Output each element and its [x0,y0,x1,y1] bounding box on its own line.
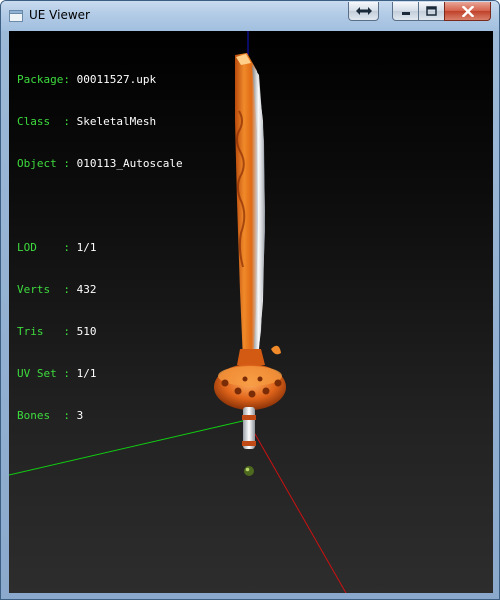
info-row-bones: Bones : 3 [17,409,183,423]
guard-stud [262,387,270,395]
pommel-highlight [245,467,250,472]
pommel [244,466,254,476]
blade-collar [237,349,265,365]
info-row-lod: LOD : 1/1 [17,241,183,255]
info-row-class: Class : SkeletalMesh [17,115,183,129]
info-row-package: Package: 00011527.upk [17,73,183,87]
bones-label: Bones : [17,409,70,422]
mesh-info-overlay: Package: 00011527.upk Class : SkeletalMe… [17,45,183,451]
x-axis-line [246,419,347,593]
double-arrow-button[interactable] [348,2,379,21]
minimize-icon [401,12,410,15]
lod-value: 1/1 [76,241,97,254]
class-value: SkeletalMesh [76,115,157,128]
minimize-button[interactable] [392,2,419,21]
lod-label: LOD : [17,241,70,254]
package-label: Package: [17,73,70,86]
guard-stud [234,387,242,395]
tris-value: 510 [76,325,97,338]
guard-stud [248,390,256,398]
uvset-value: 1/1 [76,367,97,380]
object-value: 010113_Autoscale [76,157,183,170]
guard-stud [242,376,248,382]
3d-viewport[interactable]: Package: 00011527.upk Class : SkeletalMe… [9,31,493,593]
info-row-uvset: UV Set : 1/1 [17,367,183,381]
info-row-tris: Tris : 510 [17,325,183,339]
guard-stud [274,379,282,387]
close-icon [461,5,474,17]
uvset-label: UV Set : [17,367,70,380]
app-icon [9,10,23,22]
close-button[interactable] [444,2,491,21]
object-label: Object : [17,157,70,170]
grip-band [242,441,256,446]
collar-swirl [271,345,281,355]
guard-stud [257,376,263,382]
verts-label: Verts : [17,283,70,296]
sword-model [214,53,286,476]
grip-band [242,415,256,420]
app-window: UE Viewer Package: 00011527.upk Class: … [0,0,500,600]
guard-stud [221,379,229,387]
title-bar[interactable]: UE Viewer [1,1,499,31]
bones-value: 3 [76,409,84,422]
info-row-object: Object : 010113_Autoscale [17,157,183,171]
package-value: 00011527.upk [76,73,157,86]
window-title: UE Viewer [29,8,90,22]
tris-label: Tris : [17,325,70,338]
double-arrow-icon [355,7,372,15]
maximize-button[interactable] [418,2,445,21]
class-label: Class : [17,115,70,128]
verts-value: 432 [76,283,97,296]
info-row-verts: Verts : 432 [17,283,183,297]
maximize-icon [426,6,437,16]
